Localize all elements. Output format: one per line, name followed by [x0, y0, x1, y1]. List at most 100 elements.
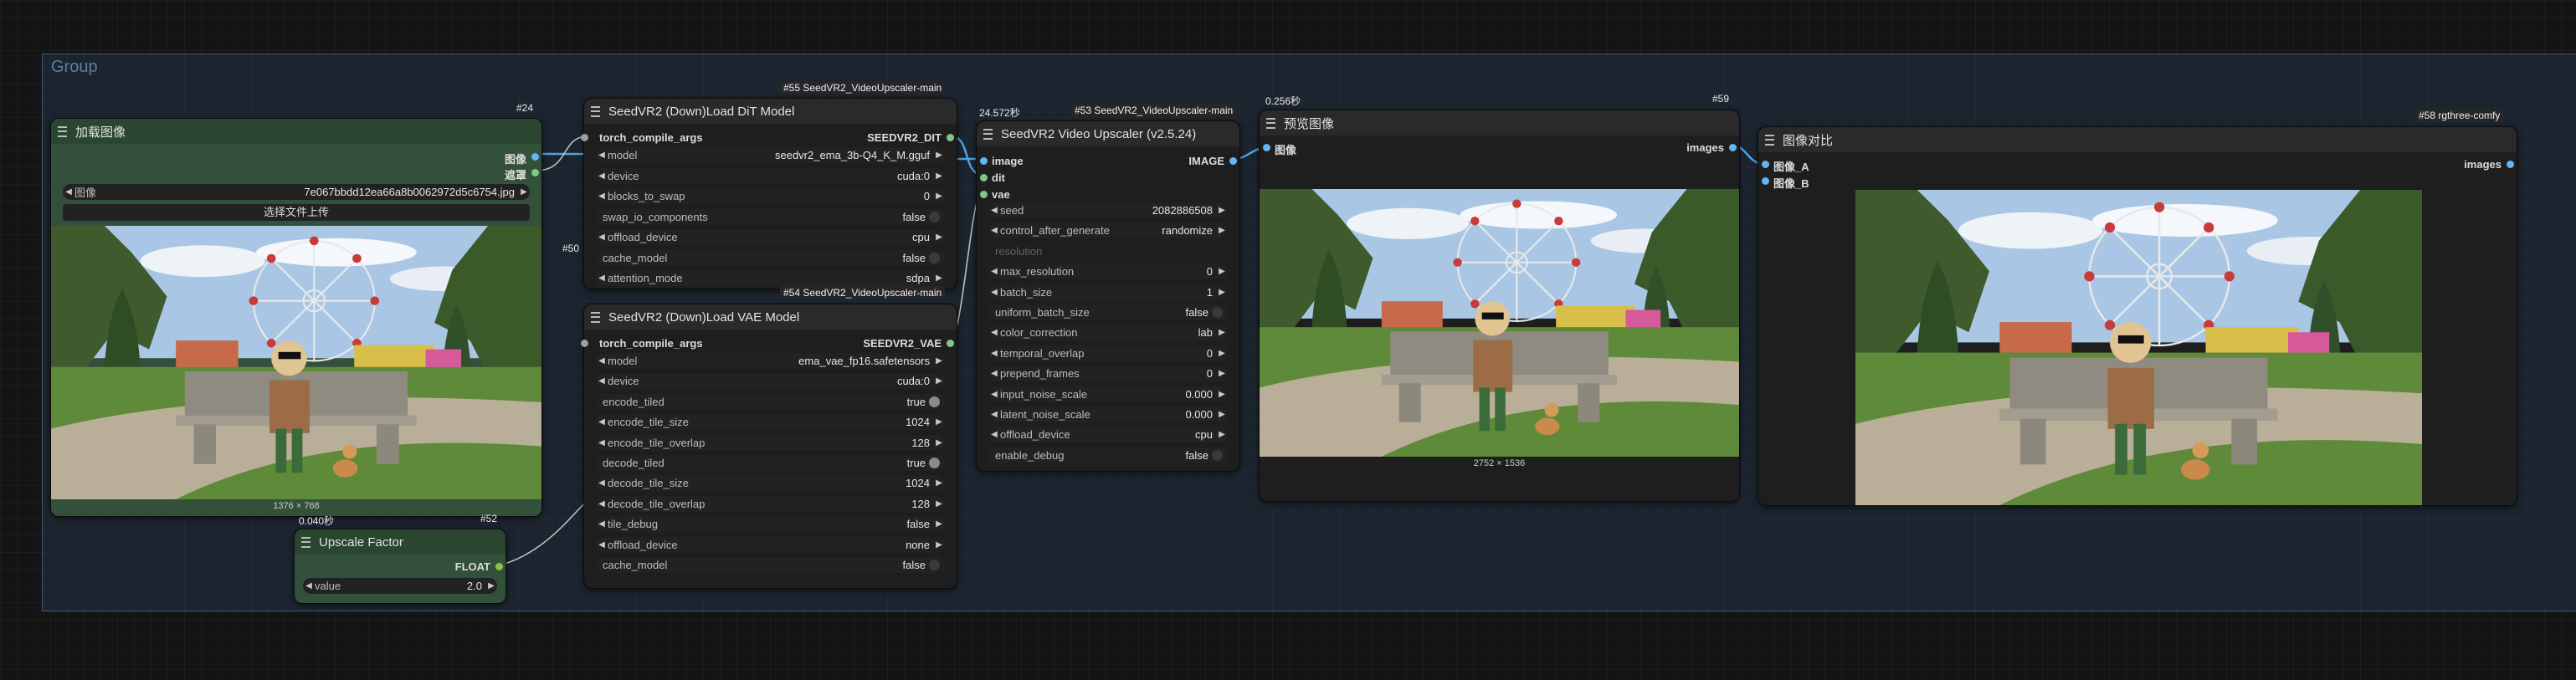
arrow-right-icon[interactable]: ▶	[933, 478, 945, 488]
widget-batch-size[interactable]: ◀ batch_size 1 ▶	[988, 284, 1228, 300]
input-torch-compile-socket[interactable]	[581, 340, 588, 347]
widget-swap-io-components[interactable]: swap_io_components false	[596, 208, 945, 225]
arrow-left-icon[interactable]: ◀	[988, 267, 1000, 276]
widget-max-resolution[interactable]: ◀ max_resolution 0 ▶	[988, 263, 1228, 280]
widget-cache-model[interactable]: cache_model false	[596, 557, 945, 573]
widget-encode-tile-size[interactable]: ◀ encode_tile_size 1024 ▶	[596, 414, 945, 431]
widget-device[interactable]: ◀ device cuda:0 ▶	[596, 167, 945, 184]
value-widget[interactable]: ◀ value 2.0 ▶	[303, 578, 497, 594]
arrow-left-icon[interactable]: ◀	[596, 192, 608, 201]
widget-device[interactable]: ◀ device cuda:0 ▶	[596, 373, 945, 390]
arrow-right-icon[interactable]: ▶	[933, 171, 945, 181]
menu-icon[interactable]	[58, 125, 67, 137]
arrow-left-icon[interactable]: ◀	[596, 151, 608, 160]
arrow-right-icon[interactable]: ▶	[1216, 349, 1228, 358]
widget-temporal-overlap[interactable]: ◀ temporal_overlap 0 ▶	[988, 345, 1228, 361]
arrow-left-icon[interactable]: ◀	[596, 519, 608, 529]
output-image-socket[interactable]	[531, 153, 539, 161]
arrow-right-icon[interactable]: ▶	[1216, 267, 1228, 276]
arrow-left-icon[interactable]: ◀	[596, 376, 608, 386]
input-image-a-socket[interactable]	[1762, 161, 1769, 168]
arrow-right-icon[interactable]: ▶	[933, 417, 945, 427]
toggle-knob-icon[interactable]	[929, 252, 940, 263]
arrow-right-icon[interactable]: ▶	[1216, 369, 1228, 378]
input-image-socket[interactable]	[1263, 144, 1270, 151]
arrow-right-icon[interactable]: ▶	[933, 356, 945, 366]
arrow-left-icon[interactable]: ◀	[988, 206, 1000, 215]
output-image-socket[interactable]	[1229, 157, 1237, 165]
input-image-socket[interactable]	[980, 157, 988, 165]
arrow-left-icon[interactable]: ◀	[596, 438, 608, 447]
menu-icon[interactable]	[591, 311, 600, 323]
arrow-left-icon[interactable]: ◀	[988, 226, 1000, 235]
arrow-right-icon[interactable]: ▶	[1216, 328, 1228, 337]
toggle-knob-icon[interactable]	[929, 396, 940, 407]
arrow-left-icon[interactable]: ◀	[596, 171, 608, 181]
arrow-left-icon[interactable]: ◀	[303, 581, 315, 591]
arrow-right-icon[interactable]: ▶	[485, 581, 497, 591]
widget-tile-debug[interactable]: ◀ tile_debug false ▶	[596, 516, 945, 533]
toggle-knob-icon[interactable]	[929, 458, 940, 468]
arrow-right-icon[interactable]: ▶	[933, 151, 945, 160]
widget-offload-device[interactable]: ◀ offload_device none ▶	[596, 536, 945, 553]
upscaler-header[interactable]: SeedVR2 Video Upscaler (v2.5.24)	[977, 121, 1239, 146]
upload-button[interactable]: 选择文件上传	[63, 204, 530, 221]
arrow-right-icon[interactable]: ▶	[933, 499, 945, 509]
arrow-right-icon[interactable]: ▶	[518, 187, 530, 197]
toggle-knob-icon[interactable]	[1212, 449, 1223, 461]
widget-encode-tile-overlap[interactable]: ◀ encode_tile_overlap 128 ▶	[596, 434, 945, 451]
menu-icon[interactable]	[591, 105, 600, 117]
toggle-knob-icon[interactable]	[929, 211, 940, 222]
load-image-node[interactable]: 加载图像 图像 遮罩 ◀ 图像 7e067bbdd12ea66a8b006297…	[50, 118, 542, 517]
output-vae-socket[interactable]	[947, 340, 954, 347]
toggle-knob-icon[interactable]	[929, 560, 940, 570]
vae-loader-header[interactable]: SeedVR2 (Down)Load VAE Model	[584, 304, 957, 330]
arrow-right-icon[interactable]: ▶	[1216, 288, 1228, 297]
output-images-socket[interactable]	[2507, 161, 2514, 168]
toggle-knob-icon[interactable]	[1212, 307, 1223, 318]
arrow-left-icon[interactable]: ◀	[596, 274, 608, 283]
dit-loader-header[interactable]: SeedVR2 (Down)Load DiT Model	[584, 99, 957, 124]
arrow-left-icon[interactable]: ◀	[63, 187, 74, 197]
arrow-right-icon[interactable]: ▶	[933, 274, 945, 283]
widget-color-correction[interactable]: ◀ color_correction lab ▶	[988, 325, 1228, 341]
widget-seed[interactable]: ◀ seed 2082886508 ▶	[988, 202, 1228, 218]
arrow-right-icon[interactable]: ▶	[933, 233, 945, 242]
input-torch-compile-socket[interactable]	[581, 134, 588, 141]
widget-offload-device[interactable]: ◀ offload_device cpu ▶	[596, 229, 945, 245]
widget-blocks-to-swap[interactable]: ◀ blocks_to_swap 0 ▶	[596, 188, 945, 204]
arrow-left-icon[interactable]: ◀	[596, 417, 608, 427]
widget-control-after-generate[interactable]: ◀ control_after_generate randomize ▶	[988, 222, 1228, 239]
widget-input-noise-scale[interactable]: ◀ input_noise_scale 0.000 ▶	[988, 386, 1228, 402]
upscale-factor-header[interactable]: Upscale Factor	[295, 529, 505, 555]
arrow-right-icon[interactable]: ▶	[1216, 430, 1228, 439]
menu-icon[interactable]	[983, 128, 993, 140]
menu-icon[interactable]	[1266, 117, 1275, 129]
arrow-left-icon[interactable]: ◀	[988, 430, 1000, 439]
arrow-right-icon[interactable]: ▶	[933, 376, 945, 386]
comparison-image[interactable]	[1855, 190, 2422, 505]
upscale-factor-node[interactable]: Upscale Factor FLOAT ◀ value 2.0 ▶	[294, 529, 506, 604]
arrow-left-icon[interactable]: ◀	[596, 478, 608, 488]
arrow-left-icon[interactable]: ◀	[596, 540, 608, 550]
output-images-socket[interactable]	[1729, 144, 1737, 151]
widget-decode-tiled[interactable]: decode_tiled true	[596, 455, 945, 471]
output-mask-socket[interactable]	[531, 169, 539, 176]
menu-icon[interactable]	[301, 536, 310, 548]
arrow-left-icon[interactable]: ◀	[596, 499, 608, 509]
arrow-left-icon[interactable]: ◀	[988, 390, 1000, 399]
dit-loader-node[interactable]: SeedVR2 (Down)Load DiT Model torch_compi…	[581, 98, 957, 289]
input-vae-socket[interactable]	[980, 191, 988, 198]
load-image-header[interactable]: 加载图像	[51, 119, 541, 144]
compare-node[interactable]: 图像对比 图像_A 图像_B images	[1758, 126, 2517, 506]
arrow-left-icon[interactable]: ◀	[596, 233, 608, 242]
menu-icon[interactable]	[1765, 134, 1774, 146]
arrow-right-icon[interactable]: ▶	[1216, 410, 1228, 419]
preview-header[interactable]: 预览图像	[1260, 110, 1739, 135]
arrow-right-icon[interactable]: ▶	[933, 438, 945, 447]
widget-enable-debug[interactable]: enable_debug false	[988, 447, 1228, 463]
arrow-right-icon[interactable]: ▶	[933, 519, 945, 529]
output-float-socket[interactable]	[495, 563, 503, 570]
widget-offload-device[interactable]: ◀ offload_device cpu ▶	[988, 427, 1228, 443]
arrow-right-icon[interactable]: ▶	[933, 540, 945, 550]
